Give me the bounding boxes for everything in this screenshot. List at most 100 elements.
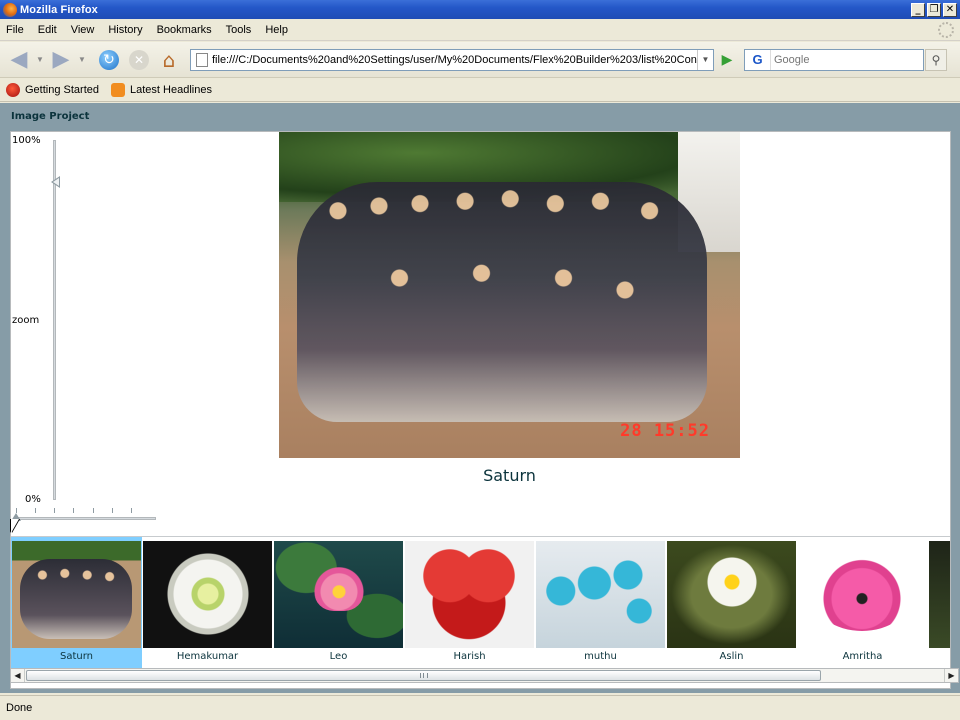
thumbnail-item[interactable]: Leo bbox=[273, 537, 404, 668]
search-bar: G bbox=[744, 48, 924, 71]
thumbnail-item-partial[interactable] bbox=[928, 537, 950, 668]
zoom-min-label: 0% bbox=[25, 494, 41, 505]
thumbnail-scrollbar[interactable]: ◀ ▶ bbox=[10, 668, 959, 683]
thumbnail-item[interactable]: Aslin bbox=[666, 537, 797, 668]
firefox-icon bbox=[3, 2, 17, 17]
slider-tick bbox=[112, 508, 113, 513]
zoom-label: zoom bbox=[12, 315, 40, 326]
stop-button[interactable]: ✕ bbox=[124, 46, 154, 74]
thumbnail-label: Amritha bbox=[842, 651, 883, 662]
stop-icon: ✕ bbox=[129, 49, 149, 70]
page-icon bbox=[196, 52, 208, 67]
bookmark-label: Getting Started bbox=[25, 84, 99, 96]
navigation-toolbar: ◀ ▼ ▶ ▼ ↻ ✕ ⌂ file:///C:/Documents%20and… bbox=[0, 42, 960, 78]
main-image: 28 15:52 bbox=[279, 132, 740, 458]
image-caption: Saturn bbox=[483, 466, 536, 485]
zoom-slider[interactable]: 100% zoom 0% bbox=[11, 132, 71, 512]
thumbnail-image bbox=[12, 541, 141, 648]
photo-group bbox=[297, 182, 707, 422]
scroll-right-button[interactable]: ▶ bbox=[944, 669, 958, 682]
menu-help[interactable]: Help bbox=[258, 24, 295, 36]
reload-icon: ↻ bbox=[99, 49, 119, 70]
home-icon: ⌂ bbox=[162, 47, 176, 72]
menu-tools[interactable]: Tools bbox=[219, 24, 259, 36]
google-icon[interactable]: G bbox=[745, 49, 771, 70]
status-text: Done bbox=[6, 702, 33, 714]
scrollbar-thumb[interactable] bbox=[26, 670, 821, 681]
scroll-left-button[interactable]: ◀ bbox=[11, 669, 25, 682]
status-bar: Done bbox=[0, 695, 960, 720]
slider-tick bbox=[131, 508, 132, 513]
rss-icon bbox=[111, 83, 125, 97]
thumbnail-list: Saturn Hemakumar Leo Harish muthu Aslin bbox=[11, 537, 950, 668]
slider-tick bbox=[54, 508, 55, 513]
thumbnail-label: Saturn bbox=[59, 651, 93, 662]
forward-history-dropdown[interactable]: ▼ bbox=[76, 55, 88, 64]
go-button[interactable]: ▶ bbox=[716, 49, 738, 71]
menu-bar: File Edit View History Bookmarks Tools H… bbox=[0, 19, 960, 41]
slider-tick bbox=[73, 508, 74, 513]
menu-edit[interactable]: Edit bbox=[31, 24, 64, 36]
thumbnail-image bbox=[929, 541, 950, 648]
throbber-icon bbox=[938, 22, 954, 38]
menu-bookmarks[interactable]: Bookmarks bbox=[150, 24, 219, 36]
menu-view[interactable]: View bbox=[64, 24, 102, 36]
thumbnail-image bbox=[798, 541, 927, 648]
forward-arrow-icon: ▶ bbox=[52, 47, 70, 72]
thumbnail-image bbox=[405, 541, 534, 648]
magnifier-icon: ⚲ bbox=[931, 52, 941, 67]
slider-track[interactable] bbox=[14, 517, 156, 520]
firefox-icon bbox=[6, 83, 20, 97]
back-history-dropdown[interactable]: ▼ bbox=[34, 55, 46, 64]
zoom-thumb[interactable] bbox=[51, 176, 60, 189]
thumbnail-item[interactable]: Harish bbox=[404, 537, 535, 668]
restore-button[interactable]: ❐ bbox=[927, 2, 941, 17]
forward-button[interactable]: ▶ bbox=[46, 46, 76, 74]
menu-history[interactable]: History bbox=[101, 24, 149, 36]
reload-button[interactable]: ↻ bbox=[94, 46, 124, 74]
thumbnail-image bbox=[536, 541, 665, 648]
zoom-track[interactable] bbox=[53, 140, 56, 500]
address-bar[interactable]: file:///C:/Documents%20and%20Settings/us… bbox=[190, 48, 714, 71]
back-button[interactable]: ◀ bbox=[4, 46, 34, 74]
thumbnail-image bbox=[274, 541, 403, 648]
minimize-button[interactable]: _ bbox=[911, 2, 925, 17]
mouse-cursor-icon bbox=[11, 519, 19, 533]
thumbnail-label: Aslin bbox=[719, 651, 744, 662]
thumbnail-image bbox=[667, 541, 796, 648]
url-history-dropdown[interactable]: ▼ bbox=[697, 49, 713, 70]
thumbnail-label: Hemakumar bbox=[176, 651, 239, 662]
window-titlebar: Mozilla Firefox _ ❐ ✕ bbox=[0, 0, 960, 19]
thumbnail-label: Harish bbox=[453, 651, 486, 662]
bookmark-label: Latest Headlines bbox=[130, 84, 212, 96]
search-input[interactable] bbox=[771, 50, 923, 69]
image-panel: 100% zoom 0% 28 15:52 Saturn Saturn Hema… bbox=[10, 131, 951, 689]
back-arrow-icon: ◀ bbox=[10, 47, 28, 72]
thumbnail-item[interactable]: Hemakumar bbox=[142, 537, 273, 668]
thumbnail-label: Leo bbox=[329, 651, 348, 662]
bookmarks-toolbar: Getting Started Latest Headlines bbox=[0, 79, 960, 102]
thumbnail-item[interactable]: Amritha bbox=[797, 537, 928, 668]
flex-application: Image Project 100% zoom 0% 28 15:52 Satu… bbox=[0, 103, 960, 693]
url-text[interactable]: file:///C:/Documents%20and%20Settings/us… bbox=[212, 54, 697, 66]
menu-file[interactable]: File bbox=[0, 24, 31, 36]
close-button[interactable]: ✕ bbox=[943, 2, 957, 17]
thumbnail-label: muthu bbox=[584, 651, 617, 662]
bookmark-latest-headlines[interactable]: Latest Headlines bbox=[111, 83, 212, 97]
bookmark-getting-started[interactable]: Getting Started bbox=[6, 83, 99, 97]
slider-tick bbox=[35, 508, 36, 513]
scrollbar-grip-icon bbox=[420, 673, 428, 678]
search-button[interactable]: ⚲ bbox=[925, 48, 947, 71]
home-button[interactable]: ⌂ bbox=[154, 46, 184, 74]
photo-date-stamp: 28 15:52 bbox=[620, 421, 710, 441]
thumbnail-image bbox=[143, 541, 272, 648]
thumbnail-item[interactable]: Saturn bbox=[11, 537, 142, 668]
slider-ticks bbox=[14, 508, 156, 513]
horizontal-slider[interactable] bbox=[11, 508, 156, 524]
zoom-max-label: 100% bbox=[12, 135, 41, 146]
thumbnail-item[interactable]: muthu bbox=[535, 537, 666, 668]
panel-title: Image Project bbox=[11, 111, 90, 122]
slider-tick bbox=[93, 508, 94, 513]
window-controls: _ ❐ ✕ bbox=[911, 2, 957, 17]
window-title: Mozilla Firefox bbox=[20, 3, 98, 16]
